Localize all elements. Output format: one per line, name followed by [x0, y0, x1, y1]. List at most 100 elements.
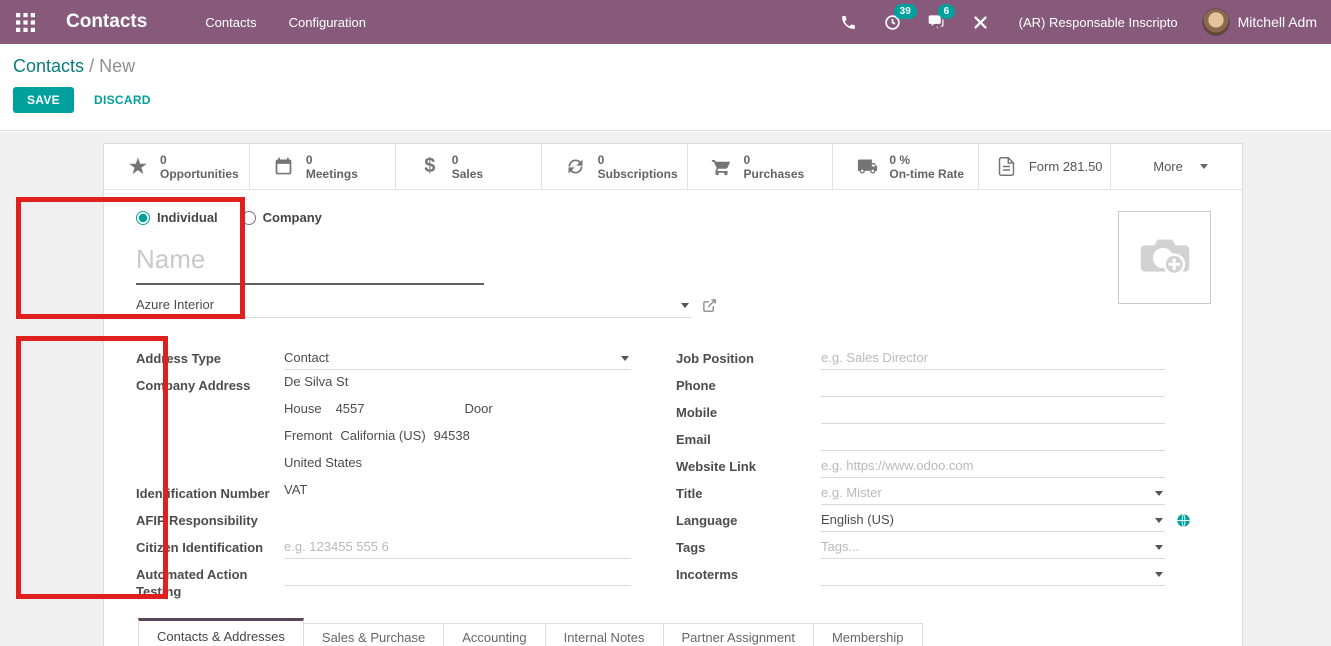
- job-position-input[interactable]: [821, 346, 1165, 370]
- discard-button[interactable]: DISCARD: [94, 93, 151, 107]
- activity-badge: 39: [894, 4, 917, 19]
- menu-configuration[interactable]: Configuration: [289, 15, 366, 30]
- incoterms-label: Incoterms: [676, 562, 821, 583]
- stat-purchases-button[interactable]: 0Purchases: [687, 144, 833, 189]
- incoterms-select[interactable]: [821, 562, 1165, 586]
- email-label: Email: [676, 427, 821, 448]
- stat-opportunities-button[interactable]: ★ 0Opportunities: [104, 144, 249, 189]
- tab-contacts-addresses[interactable]: Contacts & Addresses: [138, 618, 304, 646]
- automated-action-testing-label: Automated Action Testing: [136, 562, 284, 600]
- name-input[interactable]: [136, 240, 484, 285]
- tab-internal-notes[interactable]: Internal Notes: [546, 623, 664, 646]
- caret-down-icon[interactable]: [621, 356, 629, 361]
- caret-down-icon[interactable]: [1155, 518, 1163, 523]
- house-number-field[interactable]: 4557: [336, 397, 365, 416]
- stat-ontime-rate-button[interactable]: 0 %On-time Rate: [832, 144, 978, 189]
- stat-value: 0: [744, 153, 805, 167]
- breadcrumb-current: New: [99, 56, 135, 76]
- stat-value: 0: [598, 153, 678, 167]
- tools-icon[interactable]: [971, 12, 991, 32]
- stat-meetings-button[interactable]: 0Meetings: [249, 144, 395, 189]
- stat-label: Meetings: [306, 167, 358, 181]
- tab-membership[interactable]: Membership: [814, 623, 923, 646]
- door-label: Door: [465, 397, 493, 416]
- breadcrumb: Contacts / New: [13, 56, 1331, 77]
- top-menu: Contacts Configuration: [205, 15, 366, 30]
- notebook-tabs: Contacts & Addresses Sales & Purchase Ac…: [138, 618, 923, 646]
- identification-number-label: Identification Number: [136, 481, 284, 502]
- caret-down-icon[interactable]: [1155, 545, 1163, 550]
- menu-contacts[interactable]: Contacts: [205, 15, 256, 30]
- parent-company-input[interactable]: [136, 294, 691, 318]
- control-panel: Contacts / New SAVE DISCARD: [0, 44, 1331, 131]
- state-field[interactable]: California (US): [340, 424, 425, 443]
- company-radio[interactable]: [242, 211, 256, 225]
- stat-value: 0 %: [889, 153, 964, 167]
- topbar-right: 39 6 (AR) Responsable Inscripto Mitchell…: [839, 8, 1317, 36]
- user-menu[interactable]: Mitchell Adm: [1202, 8, 1317, 36]
- stat-value: 0: [306, 153, 358, 167]
- stat-form-281-button[interactable]: Form 281.50: [978, 144, 1110, 189]
- tags-input[interactable]: [821, 535, 1165, 559]
- stat-sales-button[interactable]: $ 0Sales: [395, 144, 541, 189]
- citizen-identification-input[interactable]: [284, 535, 631, 559]
- website-input[interactable]: [821, 454, 1165, 478]
- mobile-label: Mobile: [676, 400, 821, 421]
- individual-radio[interactable]: [136, 211, 150, 225]
- automated-action-testing-input[interactable]: [284, 562, 631, 586]
- stat-more-button[interactable]: More: [1110, 144, 1242, 189]
- breadcrumb-contacts-link[interactable]: Contacts: [13, 56, 84, 76]
- top-navbar: Contacts Contacts Configuration 39 6 (AR…: [0, 0, 1331, 44]
- external-link-icon[interactable]: [702, 298, 717, 318]
- tab-accounting[interactable]: Accounting: [444, 623, 545, 646]
- caret-down-icon[interactable]: [1155, 572, 1163, 577]
- language-label: Language: [676, 508, 821, 529]
- app-title[interactable]: Contacts: [66, 11, 147, 33]
- save-button[interactable]: SAVE: [13, 87, 74, 113]
- messages-icon[interactable]: 6: [927, 12, 947, 32]
- city-field[interactable]: Fremont: [284, 424, 332, 443]
- language-select[interactable]: [821, 508, 1165, 532]
- country-field[interactable]: United States: [284, 451, 362, 470]
- contact-photo-upload[interactable]: [1118, 211, 1211, 304]
- caret-down-icon: [1200, 164, 1208, 169]
- phone-icon[interactable]: [839, 12, 859, 32]
- activity-clock-icon[interactable]: 39: [883, 12, 903, 32]
- tab-partner-assignment[interactable]: Partner Assignment: [664, 623, 814, 646]
- email-input[interactable]: [821, 427, 1165, 451]
- tab-sales-purchase[interactable]: Sales & Purchase: [304, 623, 444, 646]
- caret-down-icon[interactable]: [1155, 491, 1163, 496]
- title-label: Title: [676, 481, 821, 502]
- stat-subscriptions-button[interactable]: 0Subscriptions: [541, 144, 687, 189]
- phone-label: Phone: [676, 373, 821, 394]
- house-label: House: [284, 397, 322, 416]
- calendar-icon: [272, 156, 296, 177]
- stat-label: More: [1153, 159, 1183, 174]
- zip-field[interactable]: 94538: [434, 424, 470, 443]
- company-address-label: Company Address: [136, 373, 284, 394]
- stat-label: Opportunities: [160, 167, 239, 181]
- dollar-icon: $: [418, 155, 442, 178]
- stat-value: 0: [160, 153, 239, 167]
- company-selector[interactable]: (AR) Responsable Inscripto: [1019, 15, 1178, 30]
- identification-type-field[interactable]: VAT: [284, 478, 307, 497]
- caret-down-icon[interactable]: [681, 303, 689, 308]
- refresh-icon: [564, 156, 588, 177]
- breadcrumb-separator: /: [89, 56, 94, 76]
- parent-company-field: [136, 294, 691, 318]
- title-select[interactable]: [821, 481, 1165, 505]
- citizen-identification-label: Citizen Identification: [136, 535, 284, 556]
- job-position-label: Job Position: [676, 346, 821, 367]
- stat-button-row: ★ 0Opportunities 0Meetings $ 0Sales: [104, 144, 1242, 190]
- street-field[interactable]: De Silva St: [284, 370, 348, 389]
- address-type-select[interactable]: [284, 346, 631, 370]
- odoo-contacts-page: Contacts Contacts Configuration 39 6 (AR…: [0, 0, 1331, 646]
- mobile-input[interactable]: [821, 400, 1165, 424]
- star-icon: ★: [126, 154, 150, 179]
- radio-individual[interactable]: Individual: [136, 210, 218, 225]
- address-type-label: Address Type: [136, 346, 284, 367]
- stat-value: 0: [452, 153, 483, 167]
- apps-menu-icon[interactable]: [14, 11, 36, 33]
- phone-input[interactable]: [821, 373, 1165, 397]
- radio-company[interactable]: Company: [242, 210, 322, 225]
